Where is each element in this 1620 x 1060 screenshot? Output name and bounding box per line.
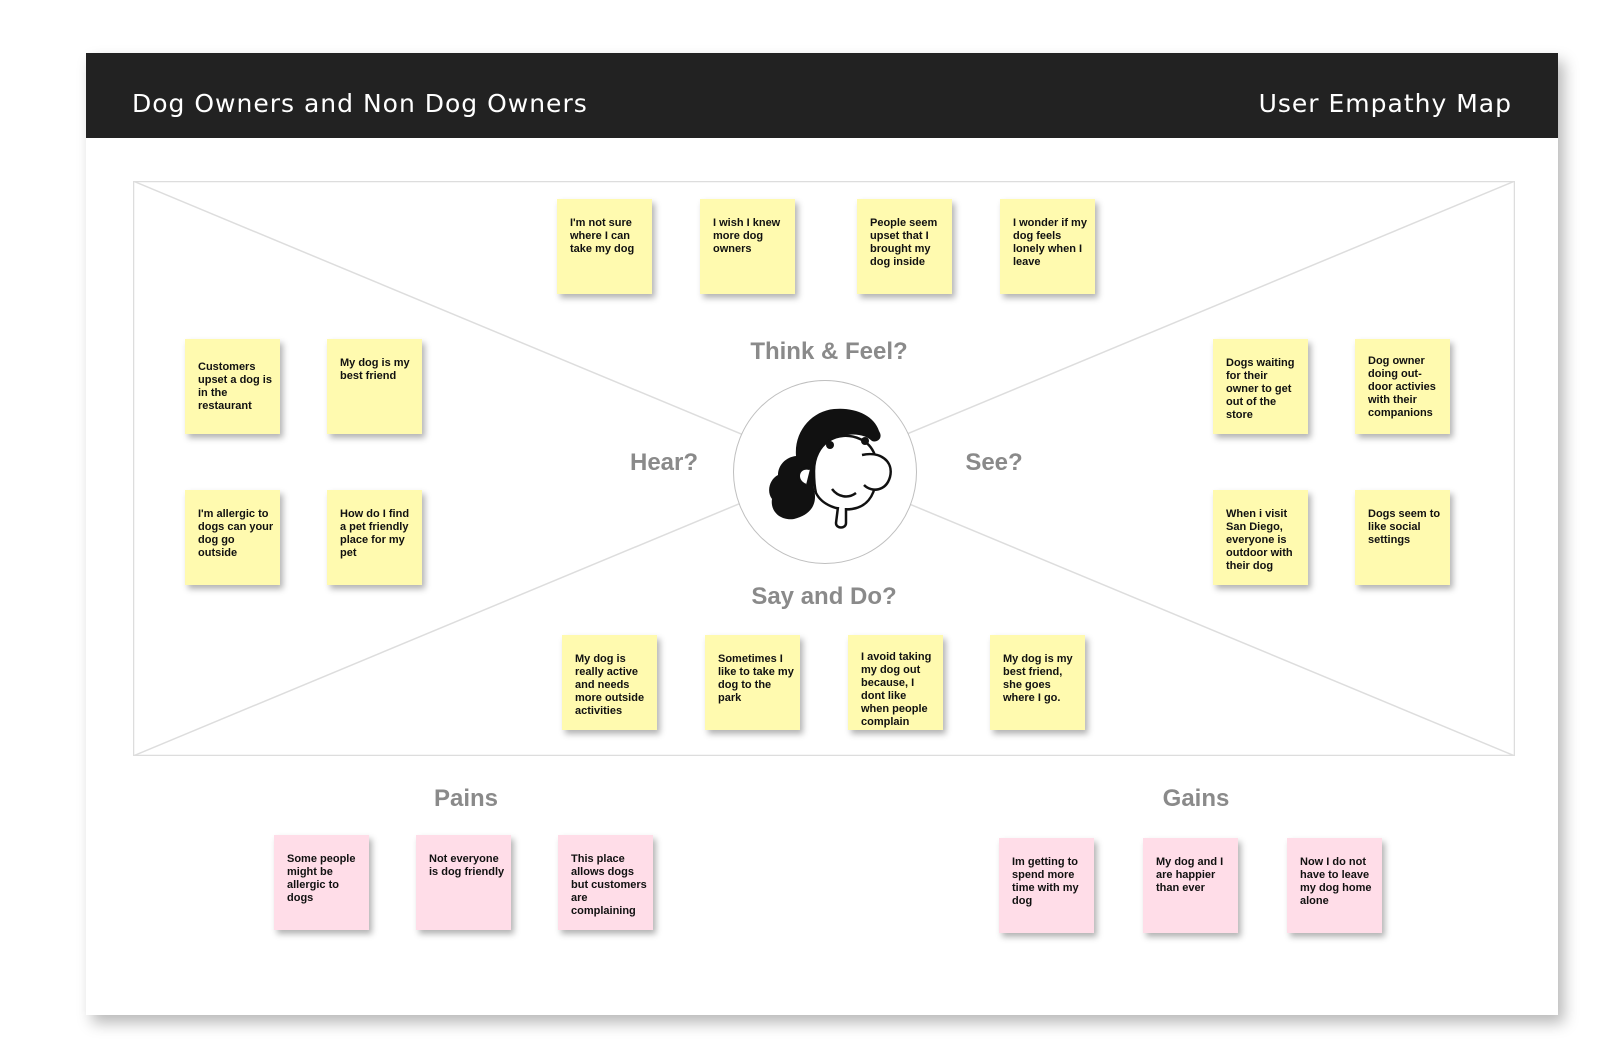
woman-avatar-icon — [769, 408, 892, 529]
say-do-label: Say and Do? — [751, 583, 897, 610]
sticky-note-say-do[interactable]: I avoid taking my dog out because, I don… — [848, 635, 943, 730]
sticky-note-gain[interactable]: Now I do not have to leave my dog home a… — [1287, 838, 1382, 933]
sticky-note-gain[interactable]: My dog and I are happier than ever — [1143, 838, 1238, 933]
sticky-note-see[interactable]: Dog owner doing out-door activies with t… — [1355, 339, 1450, 434]
board-subtitle: User Empathy Map — [1258, 89, 1512, 118]
header-bar: Dog Owners and Non Dog Owners User Empat… — [86, 53, 1558, 138]
board-title: Dog Owners and Non Dog Owners — [132, 89, 588, 118]
sticky-note-think-feel[interactable]: People seem upset that I brought my dog … — [857, 199, 952, 294]
sticky-note-pain[interactable]: Some people might be allergic to dogs — [274, 835, 369, 930]
pains-label: Pains — [433, 785, 499, 812]
sticky-note-say-do[interactable]: My dog is my best friend, she goes where… — [990, 635, 1085, 730]
sticky-note-see[interactable]: Dogs waiting for their owner to get out … — [1213, 339, 1308, 434]
persona-avatar — [733, 380, 917, 564]
sticky-note-see[interactable]: Dogs seem to like social settings — [1355, 490, 1450, 585]
sticky-note-think-feel[interactable]: I wish I knew more dog owners — [700, 199, 795, 294]
sticky-note-say-do[interactable]: Sometimes I like to take my dog to the p… — [705, 635, 800, 730]
hear-label: Hear? — [629, 449, 699, 476]
think-feel-label: Think & Feel? — [750, 338, 908, 365]
sticky-note-hear[interactable]: My dog is my best friend — [327, 339, 422, 434]
sticky-note-think-feel[interactable]: I wonder if my dog feels lonely when I l… — [1000, 199, 1095, 294]
sticky-note-pain[interactable]: Not everyone is dog friendly — [416, 835, 511, 930]
sticky-note-see[interactable]: When i visit San Diego, everyone is outd… — [1213, 490, 1308, 585]
gains-label: Gains — [1162, 785, 1230, 812]
sticky-note-think-feel[interactable]: I'm not sure where I can take my dog — [557, 199, 652, 294]
see-label: See? — [965, 449, 1023, 476]
sticky-note-pain[interactable]: This place allows dogs but customers are… — [558, 835, 653, 930]
sticky-note-hear[interactable]: I'm allergic to dogs can your dog go out… — [185, 490, 280, 585]
sticky-note-hear[interactable]: How do I find a pet friendly place for m… — [327, 490, 422, 585]
sticky-note-gain[interactable]: Im getting to spend more time with my do… — [999, 838, 1094, 933]
sticky-note-say-do[interactable]: My dog is really active and needs more o… — [562, 635, 657, 730]
sticky-note-hear[interactable]: Customers upset a dog is in the restaura… — [185, 339, 280, 434]
